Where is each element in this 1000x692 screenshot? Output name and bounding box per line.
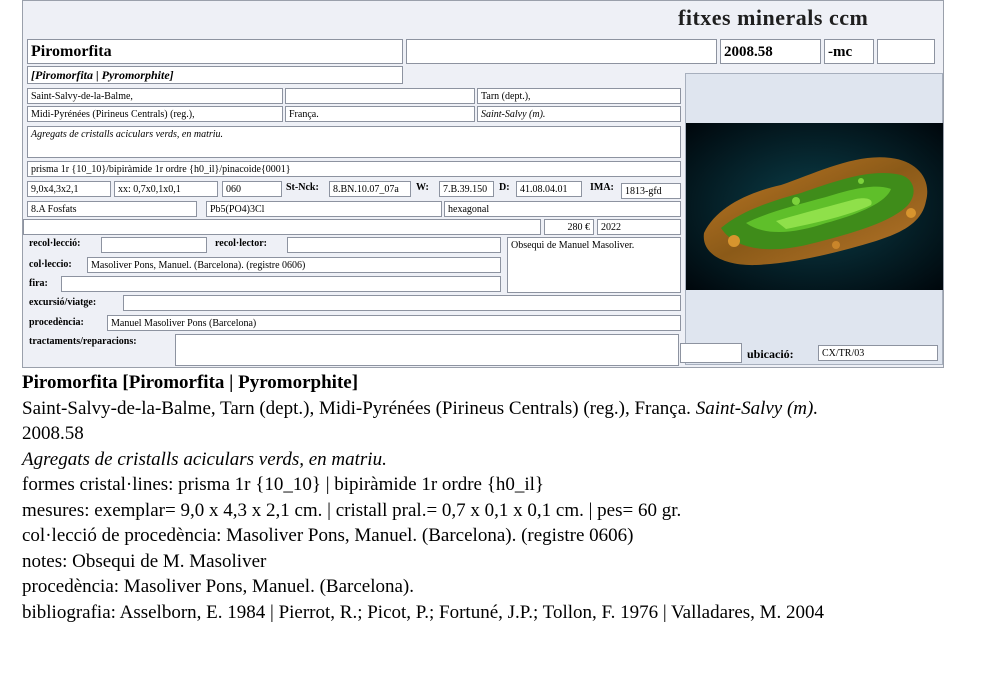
crystal-system-field[interactable]: hexagonal <box>444 201 681 217</box>
code-field[interactable]: 2008.58 <box>720 39 821 64</box>
procedencia-label: procedència: <box>29 317 84 328</box>
blank-field-1[interactable] <box>406 39 717 64</box>
summary-notes: notes: Obsequi de M. Masoliver <box>22 550 267 572</box>
mineral-specimen-image <box>686 123 943 290</box>
stnck-label: St-Nck: <box>286 182 319 193</box>
summary-locality-text: Saint-Salvy-de-la-Balme, Tarn (dept.), M… <box>22 397 696 419</box>
summary-provenance: procedència: Masoliver Pons, Manuel. (Ba… <box>22 576 415 597</box>
class-field[interactable]: 8.A Fosfats <box>27 201 197 217</box>
locality-blank-field[interactable] <box>285 88 475 104</box>
ubicacio-blank-field[interactable] <box>680 343 742 363</box>
ima-label: IMA: <box>590 182 614 193</box>
summary-title: Piromorfita [Piromorfita | Pyromorphite] <box>22 372 359 393</box>
mine-field[interactable]: Saint-Salvy (m). <box>477 106 681 122</box>
mineral-name-field[interactable]: Piromorfita <box>27 39 403 64</box>
summary-bibliography: bibliografia: Asselborn, E. 1984 | Pierr… <box>22 601 825 623</box>
blank-field-2[interactable] <box>877 39 935 64</box>
summary-code: 2008.58 <box>22 423 84 444</box>
locality-field[interactable]: Saint-Salvy-de-la-Balme, <box>27 88 283 104</box>
formula-field[interactable]: Pb5(PO4)3Cl <box>206 201 442 217</box>
summary-forms: formes cristal·lines: prisma 1r {10_10} … <box>22 474 545 495</box>
card-title: fitxes minerals ccm <box>678 5 869 30</box>
tractaments-field[interactable] <box>175 334 679 366</box>
department-field[interactable]: Tarn (dept.), <box>477 88 681 104</box>
region-field[interactable]: Midi-Pyrénées (Pirineus Centrals) (reg.)… <box>27 106 283 122</box>
w-label: W: <box>416 182 429 193</box>
procedencia-field[interactable]: Manuel Masoliver Pons (Barcelona) <box>107 315 681 331</box>
d-field[interactable]: 41.08.04.01 <box>516 181 582 197</box>
excursio-field[interactable] <box>123 295 681 311</box>
recolector-field[interactable] <box>287 237 501 253</box>
recolector-label: recol·lector: <box>215 238 268 249</box>
d-label: D: <box>499 182 510 193</box>
summary-locality: Saint-Salvy-de-la-Balme, Tarn (dept.), M… <box>22 396 982 422</box>
ubicacio-field[interactable]: CX/TR/03 <box>818 345 938 361</box>
recol-field[interactable] <box>101 237 207 253</box>
summary-description: Agregats de cristalls aciculars verds, e… <box>22 448 387 470</box>
forms-field[interactable]: prisma 1r {10_10}/bipiràmide 1r ordre {h… <box>27 161 681 177</box>
ima-field[interactable]: 1813-gfd <box>621 183 681 199</box>
mineral-card: fitxes minerals ccm Piromorfita 2008.58 … <box>22 0 944 368</box>
ubicacio-label: ubicació: <box>747 347 794 361</box>
description-field[interactable]: Agregats de cristalls aciculars verds, e… <box>27 126 681 158</box>
fira-field[interactable] <box>61 276 501 292</box>
excursio-label: excursió/viatge: <box>29 297 97 308</box>
summary-measurements: mesures: exemplar= 9,0 x 4,3 x 2,1 cm. |… <box>22 499 682 521</box>
price-row-blank <box>23 219 541 235</box>
crystal-size-field[interactable]: xx: 0,7x0,1x0,1 <box>114 181 218 197</box>
w-field[interactable]: 7.B.39.150 <box>439 181 494 197</box>
recol-label: recol·lecció: <box>29 238 81 249</box>
colleccio-label: col·leccio: <box>29 259 72 270</box>
notes-field[interactable]: Obsequi de Manuel Masoliver. <box>507 237 681 293</box>
stnck-field[interactable]: 8.BN.10.07_07a <box>329 181 411 197</box>
mineral-photo[interactable] <box>686 123 943 290</box>
species-field[interactable]: [Piromorfita | Pyromorphite] <box>27 66 403 84</box>
country-field[interactable]: França. <box>285 106 475 122</box>
summary-text: Piromorfita [Piromorfita | Pyromorphite]… <box>22 370 982 625</box>
size-field[interactable]: 9,0x4,3x2,1 <box>27 181 111 197</box>
price-field[interactable]: 280 € <box>544 219 594 235</box>
colleccio-field[interactable]: Masoliver Pons, Manuel. (Barcelona). (re… <box>87 257 501 273</box>
tractaments-label: tractaments/reparacions: <box>29 336 137 347</box>
summary-mine: Saint-Salvy (m). <box>695 397 819 419</box>
suffix-field[interactable]: -mc <box>824 39 874 64</box>
summary-collection: col·lecció de procedència: Masoliver Pon… <box>22 525 634 546</box>
year-field[interactable]: 2022 <box>597 219 681 235</box>
weight-field[interactable]: 060 <box>222 181 282 197</box>
fira-label: fira: <box>29 278 48 289</box>
